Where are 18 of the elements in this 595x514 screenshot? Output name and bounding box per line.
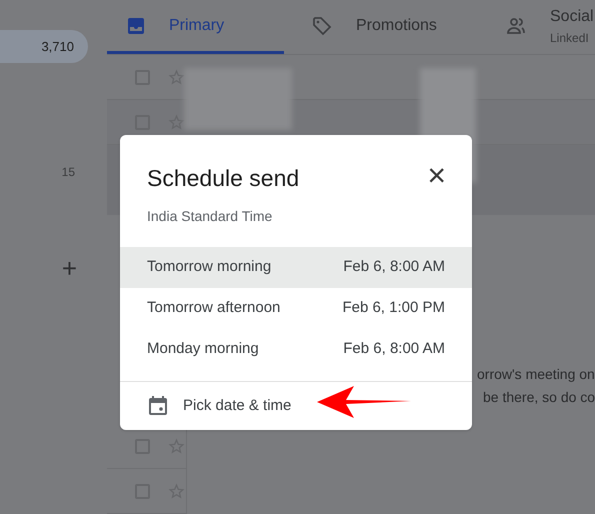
timezone-label: India Standard Time [146,206,274,226]
star-icon[interactable] [168,68,185,86]
tab-subtitle: LinkedI [550,30,590,46]
tag-icon [312,16,332,36]
inbox-icon [127,16,145,34]
email-text: orrow's meeting on [477,365,595,384]
inbox-count[interactable]: 3,710 [0,30,88,63]
close-button[interactable]: × [427,161,446,189]
people-icon [506,16,526,36]
schedule-option[interactable]: Tomorrow afternoon Feb 6, 1:00 PM [120,288,472,328]
email-text: be there, so do co [483,388,595,407]
calendar-icon [148,395,168,416]
schedule-option[interactable]: Tomorrow morning Feb 6, 8:00 AM [120,246,472,288]
schedule-option[interactable]: Monday morning Feb 6, 8:00 AM [120,328,472,370]
star-icon[interactable] [168,114,185,130]
dialog-title: Schedule send [147,164,300,193]
label-count: 15 [62,164,75,181]
pick-date-button[interactable]: Pick date & time [183,394,292,417]
